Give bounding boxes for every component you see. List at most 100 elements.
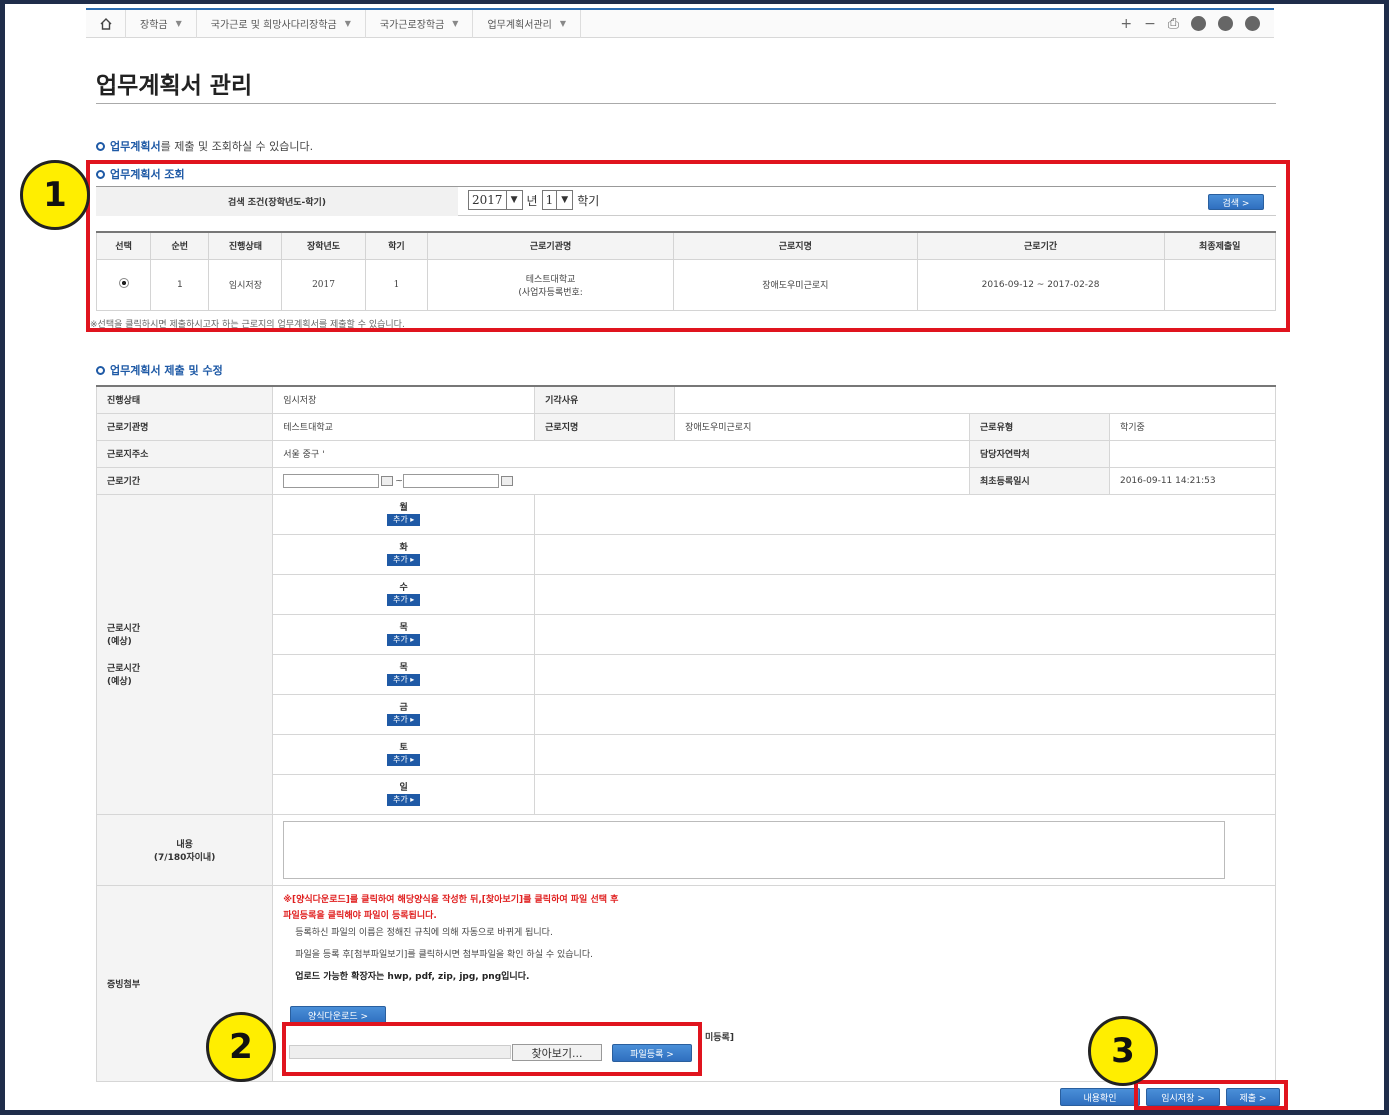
intro-rest: 를 제출 및 조회하실 수 있습니다.	[160, 140, 314, 153]
period-end-input[interactable]	[402, 473, 499, 488]
hours-label-line: 근로시간	[107, 664, 141, 674]
period-separator: ~	[395, 476, 403, 486]
zoom-out-icon[interactable]: −	[1144, 16, 1156, 32]
chevron-down-icon: ▼	[452, 19, 459, 28]
add-time-button[interactable]: 추가 ▸	[387, 794, 421, 806]
blog-icon[interactable]	[1245, 16, 1260, 31]
page-title: 업무계획서 관리	[96, 73, 253, 99]
title-divider	[96, 103, 1276, 104]
twitter-icon[interactable]	[1218, 16, 1233, 31]
day-name: 목	[399, 623, 408, 633]
first-reg-value: 2016-09-11 14:21:53	[1108, 466, 1277, 495]
content-check-button[interactable]: 내용확인	[1060, 1088, 1140, 1106]
facebook-icon[interactable]	[1191, 16, 1206, 31]
chevron-down-icon: ▼	[559, 19, 567, 28]
plan-detail-form: 진행상태 임시저장 기각사유 근로기관명 테스트대학교 근로지명 장애도우미근로…	[95, 385, 1277, 1082]
nav-label: 국가근로장학금	[379, 20, 445, 31]
nav-label: 국가근로 및 희망사다리장학금	[210, 20, 337, 31]
reject-reason-label: 기각사유	[534, 385, 676, 414]
highlight-box-2	[282, 1022, 702, 1076]
period-inputs: ~	[272, 466, 971, 495]
calendar-icon[interactable]	[500, 475, 513, 486]
hours-label: 근로시간 (예상) 근로시간 (예상)	[95, 493, 274, 815]
attach-info: 업로드 가능한 확장자는 hwp, pdf, zip, jpg, png입니다.	[295, 971, 530, 982]
file-status: 미등록]	[705, 1033, 734, 1043]
contact-value	[1108, 439, 1277, 468]
first-reg-label: 최초등록일시	[969, 466, 1110, 495]
attach-info: 파일을 등록 후[첨부파일보기]를 클릭하시면 첨부파일을 확인 하실 수 있습…	[295, 949, 593, 960]
home-icon[interactable]	[86, 9, 126, 38]
section-title-text: 업무계획서 제출 및 수정	[110, 364, 223, 377]
add-time-button[interactable]: 추가 ▸	[387, 514, 421, 526]
day-cell-sat: 토 추가 ▸	[272, 733, 536, 775]
nav-tools: + − ⎙	[1120, 16, 1274, 32]
highlight-box-3	[1134, 1080, 1288, 1110]
chevron-down-icon: ▼	[175, 19, 182, 28]
top-nav: 장학금 ▼ 국가근로 및 희망사다리장학금 ▼ 국가근로장학금 ▼ 업무계획서관리 ▼ …	[86, 8, 1274, 38]
org-label: 근로기관명	[95, 412, 274, 441]
day-name: 화	[399, 543, 408, 553]
content-label-text: 내용	[176, 839, 193, 850]
add-time-button[interactable]: 추가 ▸	[387, 634, 421, 646]
day-name: 금	[399, 703, 408, 713]
zoom-in-icon[interactable]: +	[1120, 16, 1132, 32]
work-type-value: 학기중	[1108, 412, 1277, 441]
day-slots	[534, 493, 1276, 535]
content-cell	[272, 813, 1276, 886]
day-cell-thu-2: 목 추가 ▸	[272, 653, 536, 695]
period-start-input[interactable]	[283, 473, 380, 488]
step-badge-1: 1	[20, 160, 90, 230]
calendar-icon[interactable]	[381, 475, 394, 486]
print-icon[interactable]: ⎙	[1168, 16, 1179, 32]
site-value: 장애도우미근로지	[674, 412, 971, 441]
chevron-down-icon: ▼	[344, 19, 351, 28]
nav-label: 업무계획서관리	[487, 20, 552, 31]
day-slots	[534, 573, 1276, 615]
intro-highlight: 업무계획서	[110, 140, 161, 153]
attach-warning: ※[양식다운로드]를 클릭하여 해당양식을 작성한 뒤,[찾아보기]를 클릭하여…	[283, 894, 619, 905]
step-badge-3: 3	[1088, 1016, 1158, 1086]
day-name: 목	[399, 663, 408, 673]
day-slots	[534, 733, 1276, 775]
contact-label: 담당자연락처	[969, 439, 1110, 468]
hours-label-sub: (예상)	[107, 677, 132, 687]
content-textarea[interactable]	[283, 820, 1226, 879]
bullet-icon	[96, 366, 105, 375]
add-time-button[interactable]: 추가 ▸	[387, 554, 421, 566]
bullet-icon	[96, 142, 105, 151]
reject-reason-value	[674, 385, 1276, 414]
add-time-button[interactable]: 추가 ▸	[387, 594, 421, 606]
address-label: 근로지주소	[95, 439, 274, 468]
day-cell-tue: 화 추가 ▸	[272, 533, 536, 575]
day-name: 토	[399, 743, 408, 753]
content-label: 내용 (7/180자이내)	[95, 813, 274, 886]
day-slots	[534, 533, 1276, 575]
detail-section-title: 업무계획서 제출 및 수정	[96, 362, 223, 378]
day-slots	[534, 653, 1276, 695]
day-cell-sun: 일 추가 ▸	[272, 773, 536, 815]
add-time-button[interactable]: 추가 ▸	[387, 754, 421, 766]
day-slots	[534, 613, 1276, 655]
work-type-label: 근로유형	[969, 412, 1110, 441]
day-cell-thu: 목 추가 ▸	[272, 613, 536, 655]
add-time-button[interactable]: 추가 ▸	[387, 674, 421, 686]
hours-label-sub: (예상)	[107, 637, 132, 647]
nav-item-national-work[interactable]: 국가근로 및 희망사다리장학금 ▼	[197, 9, 366, 38]
status-label: 진행상태	[95, 385, 274, 414]
nav-item-plan-management[interactable]: 업무계획서관리 ▼	[473, 9, 582, 38]
step-badge-2: 2	[206, 1012, 276, 1082]
period-label: 근로기간	[95, 466, 274, 495]
status-value: 임시저장	[272, 385, 536, 414]
day-name: 월	[399, 503, 408, 513]
day-name: 일	[399, 783, 408, 793]
attach-warning: 파일등록을 클릭해야 파일이 등록됩니다.	[283, 910, 437, 921]
nav-item-national-work-scholarship[interactable]: 국가근로장학금 ▼	[366, 9, 474, 38]
day-name: 수	[399, 583, 408, 593]
intro-text: 업무계획서를 제출 및 조회하실 수 있습니다.	[96, 138, 313, 154]
content-limit: (7/180자이내)	[153, 852, 216, 863]
add-time-button[interactable]: 추가 ▸	[387, 714, 421, 726]
nav-label: 장학금	[140, 20, 168, 31]
nav-item-scholarship[interactable]: 장학금 ▼	[126, 9, 197, 38]
site-label: 근로지명	[534, 412, 676, 441]
